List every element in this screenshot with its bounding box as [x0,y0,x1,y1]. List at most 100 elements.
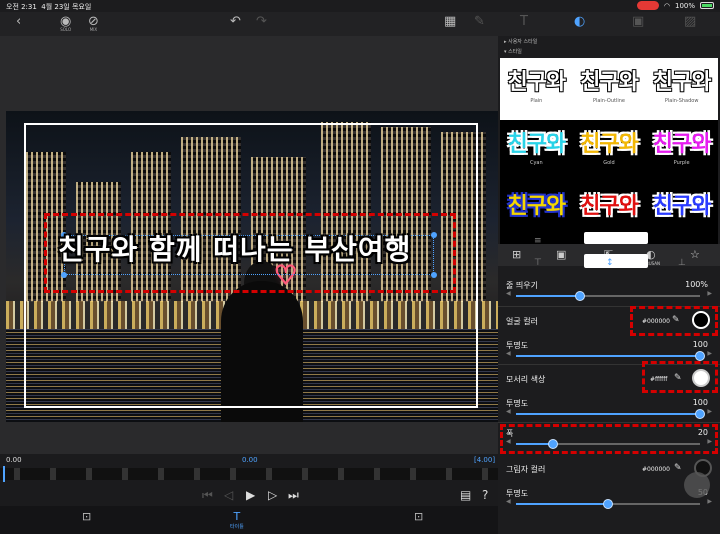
transport-controls: ⏮ ◁ ▶ ▷ ⏭ ▤ ? [0,484,498,506]
increase-icon[interactable]: ▶ [707,290,712,297]
video-canvas[interactable]: ♡ 친구와 함께 떠나는 부산여행 [6,111,498,422]
playhead[interactable] [3,466,5,482]
decrease-icon[interactable]: ◀ [506,350,511,357]
slider-knob[interactable] [695,409,705,419]
outline-opacity-slider[interactable]: ◀ ▶ [506,408,712,419]
image-button[interactable]: ▨ [684,14,696,29]
style-preset[interactable]: 친구와 Plain-Shadow [645,58,718,120]
image-icon: ▨ [684,14,697,29]
style-preset[interactable]: 친구와 Plain [500,58,573,120]
style-sample: 친구와 [580,132,639,157]
play-button[interactable]: ▶ [246,488,255,502]
decrease-icon[interactable]: ◀ [506,290,511,297]
decrease-icon[interactable]: ◀ [506,498,511,505]
line-spacing-slider[interactable]: ◀ ▶ [506,290,712,301]
skip-start-icon: ⏮ [202,488,213,502]
undo-button[interactable]: ↶ [230,14,241,29]
project-settings-button[interactable]: ▤ [460,488,471,502]
decrease-icon[interactable]: ◀ [506,408,511,415]
align-left-icon[interactable]: ≡ [534,236,542,246]
step-forward-button[interactable]: ▷ [268,488,277,502]
solo-button[interactable]: ◉ SOLO [60,14,71,32]
brush-tool-button[interactable]: ✎ [474,14,485,29]
style-name: Plain-Outline [592,98,626,104]
battery-level: 100% [674,1,695,10]
horizontal-align-row: ≡ [504,232,716,252]
preview-area: ♡ 친구와 함께 떠나는 부산여행 [0,36,498,454]
face-opacity-slider[interactable]: ◀ ▶ [506,350,712,361]
shadow-color-hex: #000000 [642,466,670,473]
timeline-strip[interactable] [0,468,498,480]
top-toolbar: ‹ ◉ SOLO ⊘ MIX ↶ ↷ ▦ ✎ T ◐ ▣ ▨ [0,12,720,36]
align-middle-segment[interactable] [584,254,648,268]
palette-icon: ◐ [574,14,586,29]
shadow-opacity-slider[interactable]: ◀ ▶ [506,498,712,509]
slider-knob[interactable] [695,351,705,361]
eyedropper-icon[interactable]: ✎ [674,463,682,473]
wifi-icon: ◠ [663,1,670,10]
title-text-icon: T [233,510,241,523]
user-styles-header[interactable]: ▸ 사용자 스타일 [504,38,537,45]
mix-button[interactable]: ⊘ MIX [88,14,99,32]
layer-select-button[interactable]: ▦ [444,14,456,29]
step-forward-icon: ▷ [268,488,278,502]
style-tool-button[interactable]: ◐ [574,14,585,29]
chevron-left-icon: ‹ [16,14,22,29]
redo-icon: ↷ [256,14,267,29]
back-button[interactable]: ‹ [16,14,21,29]
skip-start-button[interactable]: ⏮ [202,488,213,503]
highlight-box [642,361,718,393]
align-bottom-icon[interactable]: ⊥ [678,258,686,268]
slider-knob[interactable] [603,499,613,509]
frame-icon: ⊡ [414,510,424,523]
frame-icon: ⊡ [82,510,92,523]
style-preset[interactable]: 친구와 Gold [572,120,646,182]
style-preset[interactable]: 친구와 Plain-Outline [572,58,646,120]
tab-right-frame[interactable]: ⊡ [414,510,423,523]
increase-icon[interactable]: ▶ [707,350,712,357]
style-preset[interactable]: 친구와 Purple [645,120,718,182]
align-top-icon[interactable]: ⊤ [534,258,542,268]
redo-button[interactable]: ↷ [256,14,267,29]
step-back-button[interactable]: ◁ [224,488,233,502]
timeline[interactable]: 0.00 0.00 [4.00] [0,454,498,484]
opacity-value: 100 [692,398,708,407]
style-sample: 친구와 [580,70,639,95]
tab-left-frame[interactable]: ⊡ [82,510,91,523]
style-sample: 친구와 [652,132,712,157]
increase-icon[interactable]: ▶ [707,408,712,415]
style-name: Plain [530,98,543,104]
style-sample: 친구와 [507,132,566,157]
skip-end-button[interactable]: ⏭ [288,488,299,503]
tab-title[interactable]: T 타이틀 [230,510,244,530]
style-name: Gold [603,160,615,166]
status-time: 오전 2:31 4월 23일 목요일 [6,3,92,11]
slider-knob[interactable] [575,291,585,301]
assistive-touch-button[interactable] [684,472,710,498]
play-icon: ▶ [246,488,256,502]
effects-button[interactable]: ▣ [632,14,644,29]
increase-icon[interactable]: ▶ [707,498,712,505]
text-tool-button[interactable]: T [520,14,528,29]
style-name: Plain-Shadow [664,98,699,104]
status-icons: ◠ 100% [636,1,714,10]
style-preset[interactable]: 친구와 Cyan [500,120,573,182]
undo-icon: ↶ [230,14,241,29]
highlight-box [44,213,456,293]
style-sample: 친구와 [580,194,639,219]
styles-header[interactable]: ▾ 스타일 [504,48,522,55]
line-spacing-value: 100% [685,280,708,289]
battery-icon [700,2,714,9]
style-grid: 친구와 Plain 친구와 Plain-Outline 친구와 Plain-Shadow 친… [500,58,718,244]
grid-icon: ▦ [444,14,457,29]
help-button[interactable]: ? [482,488,488,502]
divider [498,422,720,423]
shadow-color-label: 그림자 컬러 [506,465,546,474]
align-middle-icon[interactable]: ↕ [606,258,614,268]
face-color-label: 얼굴 컬러 [506,317,538,326]
align-segment[interactable] [584,232,648,244]
style-name: Purple [673,160,690,166]
step-back-icon: ◁ [224,488,234,502]
text-icon: T [520,14,528,29]
bottom-tabbar: ⊡ T 타이틀 ⊡ [0,506,498,534]
